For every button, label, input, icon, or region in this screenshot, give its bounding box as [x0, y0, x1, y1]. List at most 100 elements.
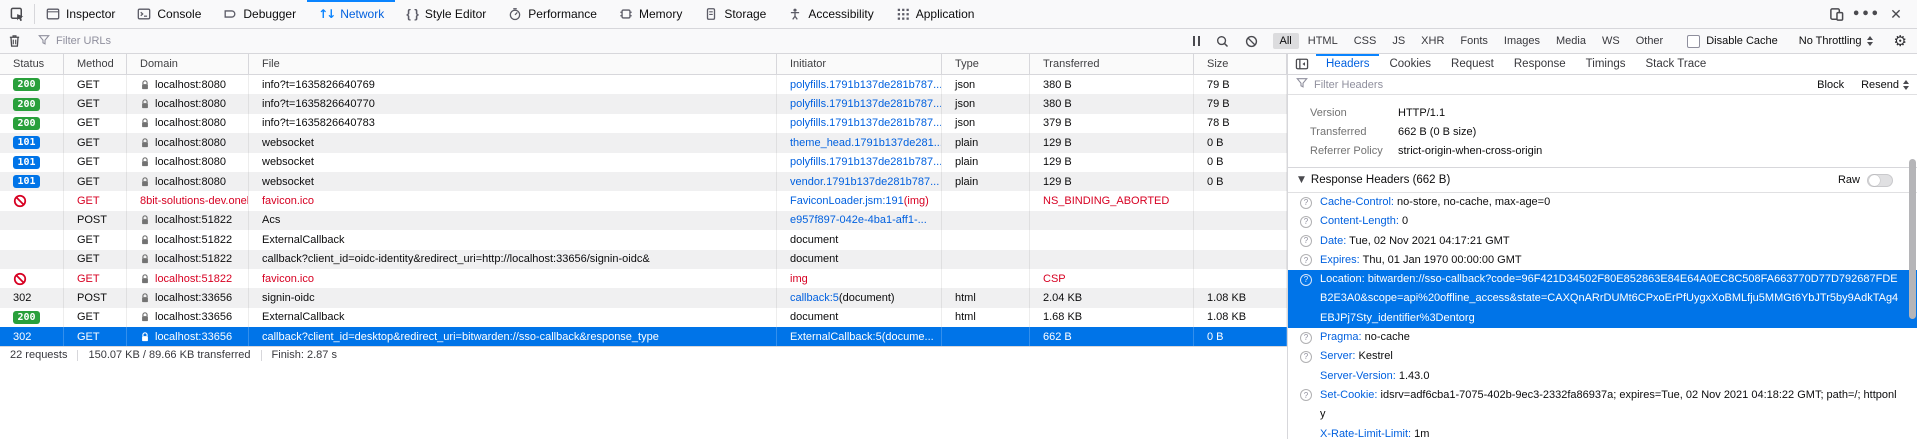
type-filter-media[interactable]: Media — [1549, 33, 1593, 49]
tab-memory[interactable]: Memory — [608, 0, 693, 28]
header-help-icon[interactable]: ? — [1300, 254, 1312, 266]
response-header-expires[interactable]: ?Expires: Thu, 01 Jan 1970 00:00:00 GMT — [1288, 251, 1917, 270]
tab-application[interactable]: Application — [885, 0, 986, 28]
details-tab-headers[interactable]: Headers — [1316, 54, 1379, 74]
type-filter-fonts[interactable]: Fonts — [1453, 33, 1495, 49]
tab-inspector[interactable]: Inspector — [35, 0, 126, 28]
request-row[interactable]: 200GETlocalhost:33656ExternalCallbackdoc… — [0, 308, 1287, 327]
column-header-size[interactable]: Size — [1194, 54, 1287, 74]
column-header-domain[interactable]: Domain — [127, 54, 249, 74]
response-header-pragma[interactable]: ?Pragma: no-cache — [1288, 328, 1917, 347]
request-row[interactable]: 101GETlocalhost:8080websocketvendor.1791… — [0, 172, 1287, 191]
block-button[interactable]: Block — [1809, 79, 1852, 91]
type-filter-xhr[interactable]: XHR — [1414, 33, 1451, 49]
initiator-link[interactable]: polyfills.1791b137de281b787... — [790, 98, 942, 110]
initiator-link[interactable]: ExternalCallback:5 — [790, 331, 882, 343]
column-header-type[interactable]: Type — [942, 54, 1030, 74]
type-filter-css[interactable]: CSS — [1347, 33, 1384, 49]
resend-button[interactable]: Resend — [1853, 79, 1917, 91]
request-row[interactable]: 101GETlocalhost:8080websocketpolyfills.1… — [0, 153, 1287, 172]
tab-storage[interactable]: Storage — [693, 0, 777, 28]
header-help-icon[interactable]: ? — [1300, 197, 1312, 209]
response-headers-section[interactable]: ▼ Response Headers (662 B) Raw — [1288, 168, 1917, 193]
response-header-set-cookie[interactable]: ?Set-Cookie: idsrv=adf6cba1-7075-402b-9e… — [1288, 386, 1917, 425]
request-row[interactable]: GET8bit-solutions-dev.onelogin....favico… — [0, 191, 1287, 210]
request-row[interactable]: GETlocalhost:51822ExternalCallbackdocume… — [0, 230, 1287, 249]
request-row[interactable]: 101GETlocalhost:8080websockettheme_head.… — [0, 133, 1287, 152]
raw-toggle[interactable] — [1867, 174, 1893, 187]
tab-style-editor[interactable]: { }Style Editor — [395, 0, 497, 28]
throttling-select[interactable]: No Throttling — [1789, 35, 1883, 47]
filter-headers-input[interactable]: Filter Headers Block Resend — [1288, 75, 1917, 95]
details-tab-request[interactable]: Request — [1441, 54, 1504, 74]
close-devtools-icon[interactable]: ✕ — [1883, 2, 1909, 26]
scrollbar-thumb[interactable] — [1909, 159, 1916, 319]
panel-scrollbar[interactable] — [1908, 95, 1916, 439]
tab-performance[interactable]: Performance — [497, 0, 608, 28]
request-row[interactable]: 200GETlocalhost:8080info?t=1635826640769… — [0, 75, 1287, 94]
disable-cache-checkbox[interactable]: Disable Cache — [1677, 35, 1788, 48]
tab-console[interactable]: Console — [126, 0, 212, 28]
initiator-link[interactable]: polyfills.1791b137de281b787... — [790, 156, 942, 168]
response-header-content-length[interactable]: ?Content-Length: 0 — [1288, 212, 1917, 231]
type-filter-js[interactable]: JS — [1385, 33, 1412, 49]
initiator-link[interactable]: e957f897-042e-4ba1-aff1-... — [790, 214, 927, 226]
details-tab-response[interactable]: Response — [1504, 54, 1576, 74]
type-filter-images[interactable]: Images — [1497, 33, 1547, 49]
responsive-design-mode-icon[interactable] — [1823, 2, 1849, 26]
node-picker-icon[interactable] — [0, 0, 34, 28]
initiator-link[interactable]: polyfills.1791b137de281b787... — [790, 117, 942, 129]
column-header-transferred[interactable]: Transferred — [1030, 54, 1194, 74]
pause-traffic-icon[interactable] — [1185, 29, 1208, 53]
type-cell: json — [942, 94, 1030, 113]
column-header-status[interactable]: Status — [0, 54, 64, 74]
request-row[interactable]: 200GETlocalhost:8080info?t=1635826640783… — [0, 114, 1287, 133]
response-header-location[interactable]: ?Location: bitwarden://sso-callback?code… — [1288, 270, 1917, 328]
type-filter-all[interactable]: All — [1273, 33, 1299, 49]
tab-debugger[interactable]: Debugger — [212, 0, 307, 28]
response-header-date[interactable]: ?Date: Tue, 02 Nov 2021 04:17:21 GMT — [1288, 232, 1917, 251]
header-help-icon[interactable]: ? — [1300, 235, 1312, 247]
initiator-link[interactable]: vendor.1791b137de281b787... — [790, 176, 939, 188]
more-options-icon[interactable]: ••• — [1853, 2, 1879, 26]
details-tab-timings[interactable]: Timings — [1576, 54, 1636, 74]
request-row[interactable]: 302POSTlocalhost:33656signin-oidccallbac… — [0, 288, 1287, 307]
search-icon[interactable] — [1208, 29, 1237, 53]
response-header-cache-control[interactable]: ?Cache-Control: no-store, no-cache, max-… — [1288, 193, 1917, 212]
type-filter-html[interactable]: HTML — [1301, 33, 1345, 49]
details-tab-stack-trace[interactable]: Stack Trace — [1636, 54, 1717, 74]
column-header-file[interactable]: File — [249, 54, 777, 74]
request-row[interactable]: GETlocalhost:51822callback?client_id=oid… — [0, 250, 1287, 269]
initiator-link[interactable]: FaviconLoader.jsm:191 — [790, 195, 904, 207]
response-header-server[interactable]: ?Server: Kestrel — [1288, 347, 1917, 366]
request-row[interactable]: POSTlocalhost:51822Acse957f897-042e-4ba1… — [0, 211, 1287, 230]
request-row[interactable]: 200GETlocalhost:8080info?t=1635826640770… — [0, 94, 1287, 113]
column-header-initiator[interactable]: Initiator — [777, 54, 942, 74]
initiator-link[interactable]: polyfills.1791b137de281b787... — [790, 79, 942, 91]
header-help-icon[interactable]: ? — [1300, 389, 1312, 401]
clear-requests-icon[interactable] — [0, 29, 29, 53]
tab-network[interactable]: ↑↓Network — [307, 0, 395, 28]
toggle-details-pane-icon[interactable] — [1288, 54, 1316, 74]
request-row[interactable]: GETlocalhost:51822favicon.icoimgCSP — [0, 269, 1287, 288]
type-filter-other[interactable]: Other — [1629, 33, 1671, 49]
header-help-icon[interactable]: ? — [1300, 332, 1312, 344]
tab-accessibility[interactable]: Accessibility — [777, 0, 884, 28]
block-request-icon[interactable] — [1237, 29, 1266, 53]
response-header-server-version[interactable]: ?Server-Version: 1.43.0 — [1288, 367, 1917, 386]
request-row[interactable]: 302GETlocalhost:33656callback?client_id=… — [0, 327, 1287, 346]
header-help-icon[interactable]: ? — [1300, 274, 1312, 286]
filter-urls-input[interactable]: Filter URLs — [30, 34, 1185, 49]
header-help-icon[interactable]: ? — [1300, 351, 1312, 363]
initiator-link[interactable]: theme_head.1791b137de281... — [790, 137, 942, 149]
raw-label: Raw — [1838, 174, 1860, 186]
twisty-icon[interactable]: ▼ — [1298, 175, 1305, 185]
type-filter-ws[interactable]: WS — [1595, 33, 1627, 49]
column-header-method[interactable]: Method — [64, 54, 127, 74]
details-tab-cookies[interactable]: Cookies — [1379, 54, 1441, 74]
header-help-icon[interactable]: ? — [1300, 216, 1312, 228]
response-header-x-rate-limit-limit[interactable]: ?X-Rate-Limit-Limit: 1m — [1288, 425, 1917, 439]
network-settings-gear-icon[interactable]: ⚙ — [1884, 32, 1917, 50]
initiator-link[interactable]: callback:5 — [790, 292, 839, 304]
finish-time: Finish: 2.87 s — [262, 349, 347, 361]
